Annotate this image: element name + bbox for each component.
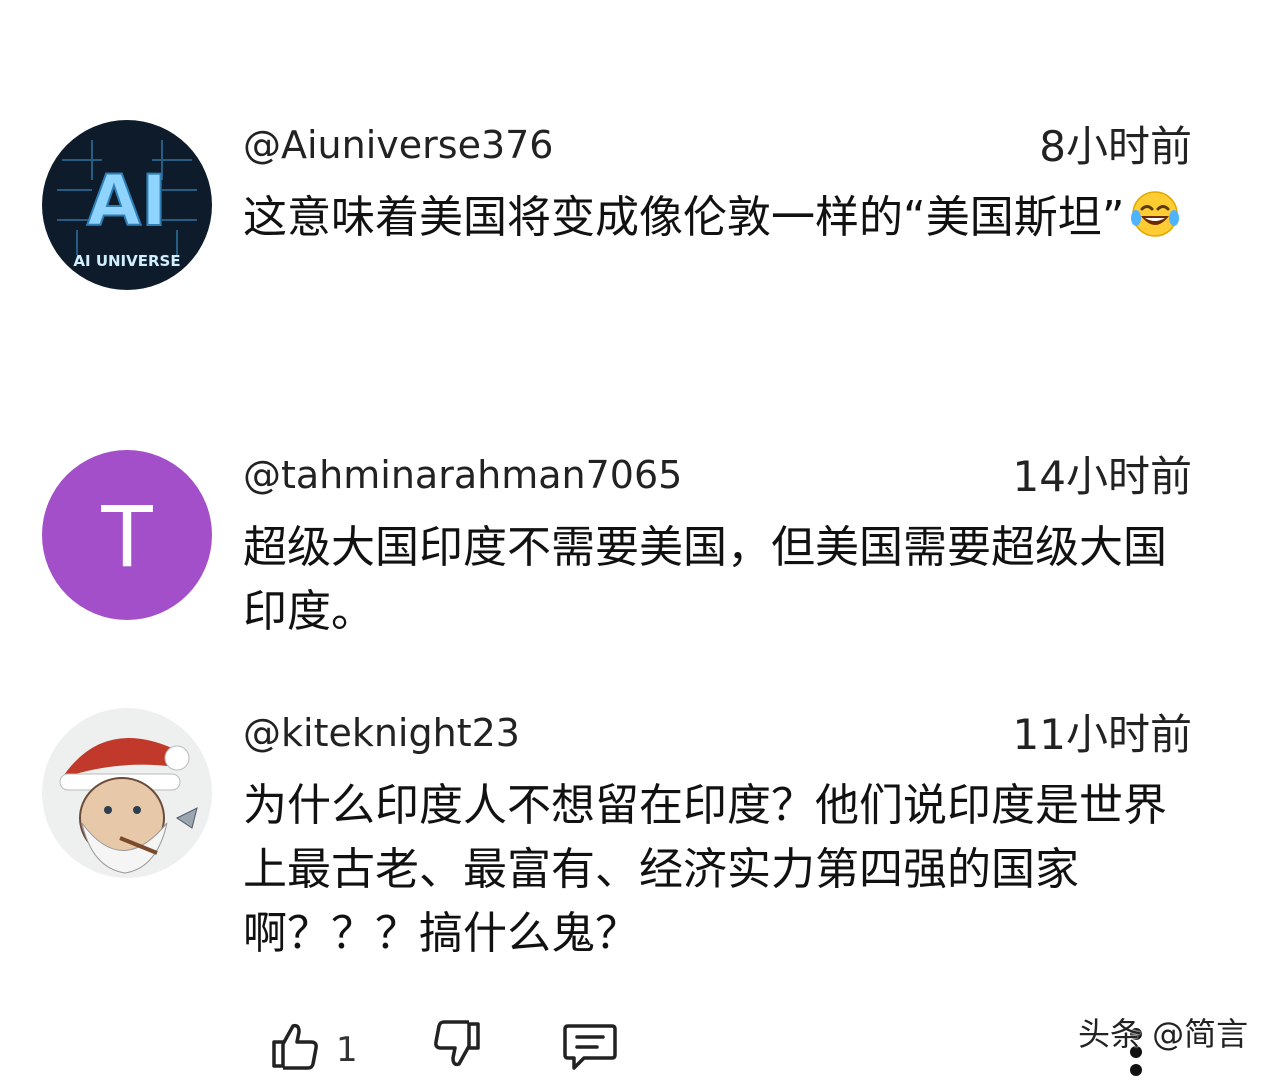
- comment-author[interactable]: @kiteknight23: [243, 708, 520, 758]
- reply-button[interactable]: [562, 1018, 618, 1072]
- comment-text: 这意味着美国将变成像伦敦一样的“美国斯坦”: [243, 186, 1203, 250]
- watermark: 头条 @简言: [1078, 1015, 1249, 1053]
- like-button[interactable]: [268, 1018, 322, 1072]
- letter-avatar: T: [42, 450, 212, 620]
- santa-hat-cartoon-avatar-image: [42, 708, 212, 878]
- ai-universe-avatar-image: AI AI UNIVERSE: [42, 120, 212, 290]
- comment-timestamp: 14小时前: [1012, 452, 1192, 501]
- reply-comment-icon: [563, 1024, 617, 1070]
- face-with-tears-of-joy-icon: [1130, 191, 1179, 237]
- comment-text: 为什么印度人不想留在印度？他们说印度是世界上最古老、最富有、经济实力第四强的国家…: [243, 780, 1167, 959]
- thumbs-up-icon: [272, 1023, 318, 1070]
- like-count: 1: [336, 1030, 358, 1070]
- comment-timestamp: 11小时前: [1012, 710, 1192, 759]
- comment-text: 超级大国印度不需要美国，但美国需要超级大国印度。: [243, 522, 1167, 637]
- svg-text:T: T: [100, 488, 153, 586]
- svg-text:AI: AI: [87, 160, 167, 242]
- comment-text-content: 这意味着美国将变成像伦敦一样的“美国斯坦”: [243, 192, 1125, 243]
- comment-author[interactable]: @tahminarahman7065: [243, 450, 682, 500]
- comment-author[interactable]: @Aiuniverse376: [243, 120, 553, 170]
- avatar[interactable]: T: [42, 450, 212, 620]
- comment-timestamp: 8小时前: [1039, 122, 1192, 171]
- thumbs-down-icon: [434, 1020, 480, 1067]
- dislike-button[interactable]: [430, 1018, 484, 1072]
- avatar[interactable]: [42, 708, 212, 878]
- svg-text:AI UNIVERSE: AI UNIVERSE: [73, 252, 180, 270]
- avatar[interactable]: AI AI UNIVERSE: [42, 120, 212, 290]
